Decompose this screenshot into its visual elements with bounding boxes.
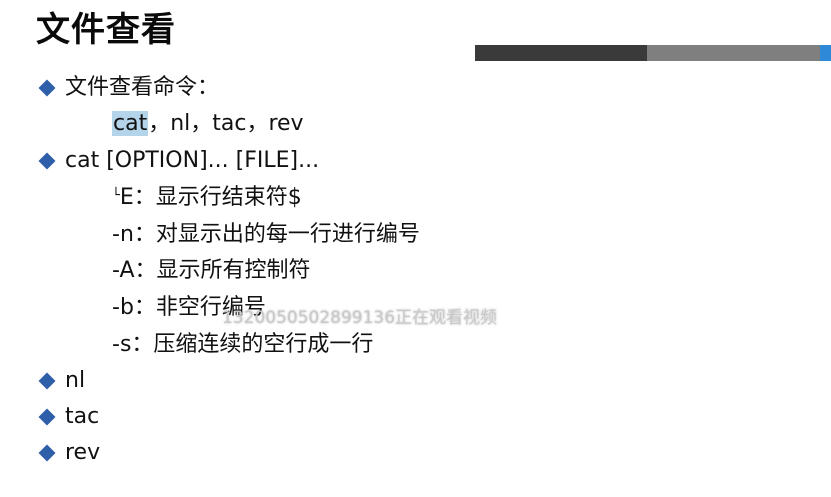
accent-bar-gray [647,45,820,61]
bullet-text: rev [65,440,101,465]
option-text: -A：显示所有控制符 [112,258,311,283]
highlighted-text: cat [112,111,149,136]
bullet-item-tac: tac [38,404,100,430]
page-title: 文件查看 [36,10,176,50]
option-line-s: -s：压缩连续的空行成一行 [112,332,373,358]
option-line-n: -n：对显示出的每一行进行编号 [112,222,420,248]
bullet-item-view-commands: 文件查看命令： [38,75,220,101]
diamond-bullet-icon [38,408,56,426]
option-text: E：显示行结束符$ [119,185,302,210]
diamond-bullet-icon [38,152,56,170]
option-line-E: └E：显示行结束符$ [112,185,302,211]
bullet-item-cat-syntax: cat [OPTION]... [FILE]... [38,148,320,174]
bullet-text: nl [65,368,86,393]
slide: 文件查看 文件查看命令： cat，nl，tac，rev cat [OPTION]… [0,0,831,497]
watermark-text: 1320050502899136正在观看视频 [222,308,498,328]
diamond-bullet-icon [38,444,56,462]
accent-bar-blue [820,45,831,61]
accent-bar [475,45,831,61]
corner-glyph: └ [112,188,120,203]
option-text: -s：压缩连续的空行成一行 [112,332,374,357]
bullet-text: 文件查看命令： [65,75,220,100]
accent-bar-dark [475,45,647,61]
diamond-bullet-icon [38,79,56,97]
option-text: -n：对显示出的每一行进行编号 [112,222,420,247]
sub-item-command-list: cat，nl，tac，rev [112,111,304,137]
bullet-item-rev: rev [38,440,101,466]
sub-text: ，nl，tac，rev [148,111,304,136]
diamond-bullet-icon [38,372,56,390]
bullet-text: tac [65,404,100,429]
option-line-A: -A：显示所有控制符 [112,258,311,284]
bullet-text: cat [OPTION]... [FILE]... [65,148,320,173]
bullet-item-nl: nl [38,368,86,394]
